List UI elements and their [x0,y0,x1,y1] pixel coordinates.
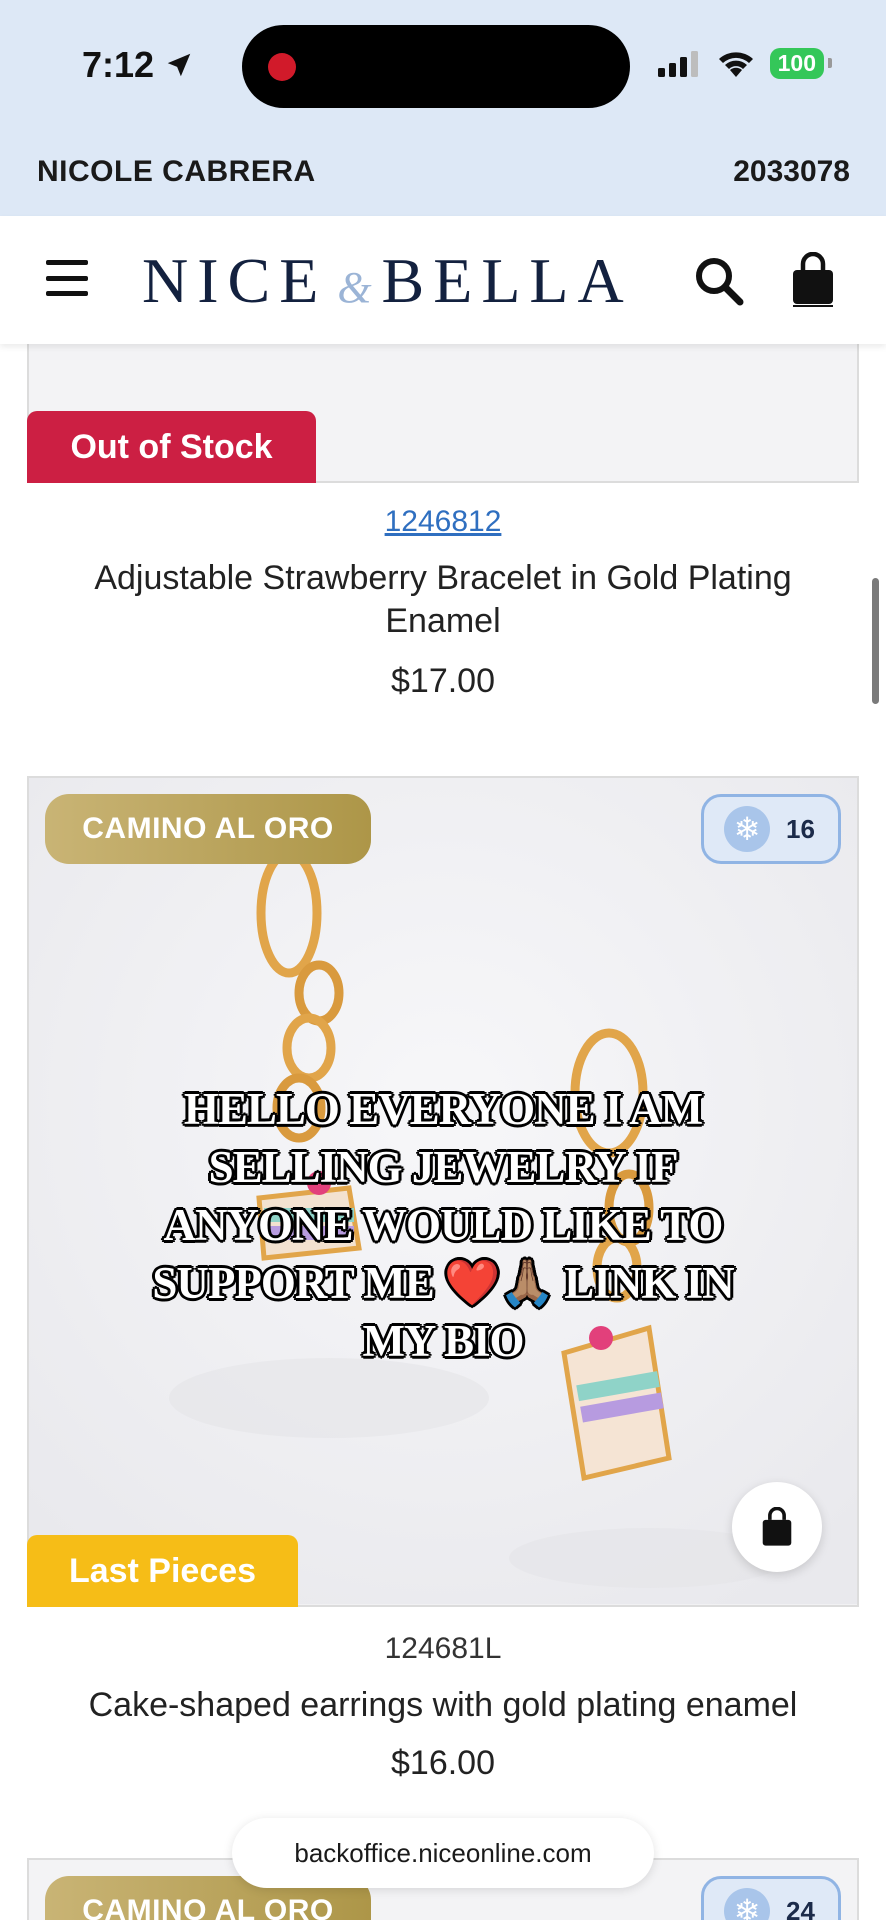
account-name: NICOLE CABRERA [37,155,316,188]
collection-chip: CAMINO AL ORO [45,794,371,864]
hamburger-menu-icon[interactable] [46,260,88,296]
time-text: 7:12 [82,44,155,85]
shopping-bag-icon [762,1507,792,1546]
site-header: NICE & BELLA [0,216,886,344]
out-of-stock-badge: Out of Stock [27,411,316,483]
location-arrow-icon [167,53,191,77]
overlay-caption: HELLO EVERYONE I AM SELLING JEWELRY IF A… [152,1084,734,1366]
status-bar: 7:12 100 NICOLE CABRERA 2033078 [0,0,886,216]
points-value: 24 [786,1895,815,1920]
points-badge: ❄ 16 [701,794,841,864]
brand-logo[interactable]: NICE & BELLA [142,244,633,318]
status-time: 7:12 [82,44,194,86]
product-sku: 124681L [384,1632,502,1665]
snowflake-icon: ❄ [724,1888,770,1920]
product-sku-link[interactable]: 1246812 [0,505,886,539]
recording-indicator-icon [268,53,296,81]
product-title[interactable]: Cake-shaped earrings with gold plating e… [40,1684,846,1727]
shopping-bag-icon[interactable] [790,252,836,308]
product-price: $17.00 [391,662,495,700]
add-to-bag-button[interactable] [732,1482,822,1572]
product-price: $16.00 [391,1744,495,1782]
product-title[interactable]: Adjustable Strawberry Bracelet in Gold P… [40,557,846,643]
status-indicators: 100 [657,48,833,79]
logo-ampersand: & [337,263,372,312]
wifi-icon [718,51,753,77]
cellular-signal-icon [657,50,698,77]
account-id: 2033078 [733,155,850,188]
scrollbar[interactable] [872,578,879,704]
search-icon[interactable] [692,254,746,308]
snowflake-icon: ❄ [724,806,770,852]
battery-indicator: 100 [769,48,833,79]
last-pieces-badge: Last Pieces [27,1535,298,1607]
browser-url-bar[interactable]: backoffice.niceonline.com [232,1818,654,1888]
points-badge: ❄ 24 [701,1876,841,1920]
logo-word-bella: BELLA [381,245,633,316]
dynamic-island [242,25,630,108]
logo-word-nice: NICE [142,245,328,316]
points-value: 16 [786,813,815,844]
